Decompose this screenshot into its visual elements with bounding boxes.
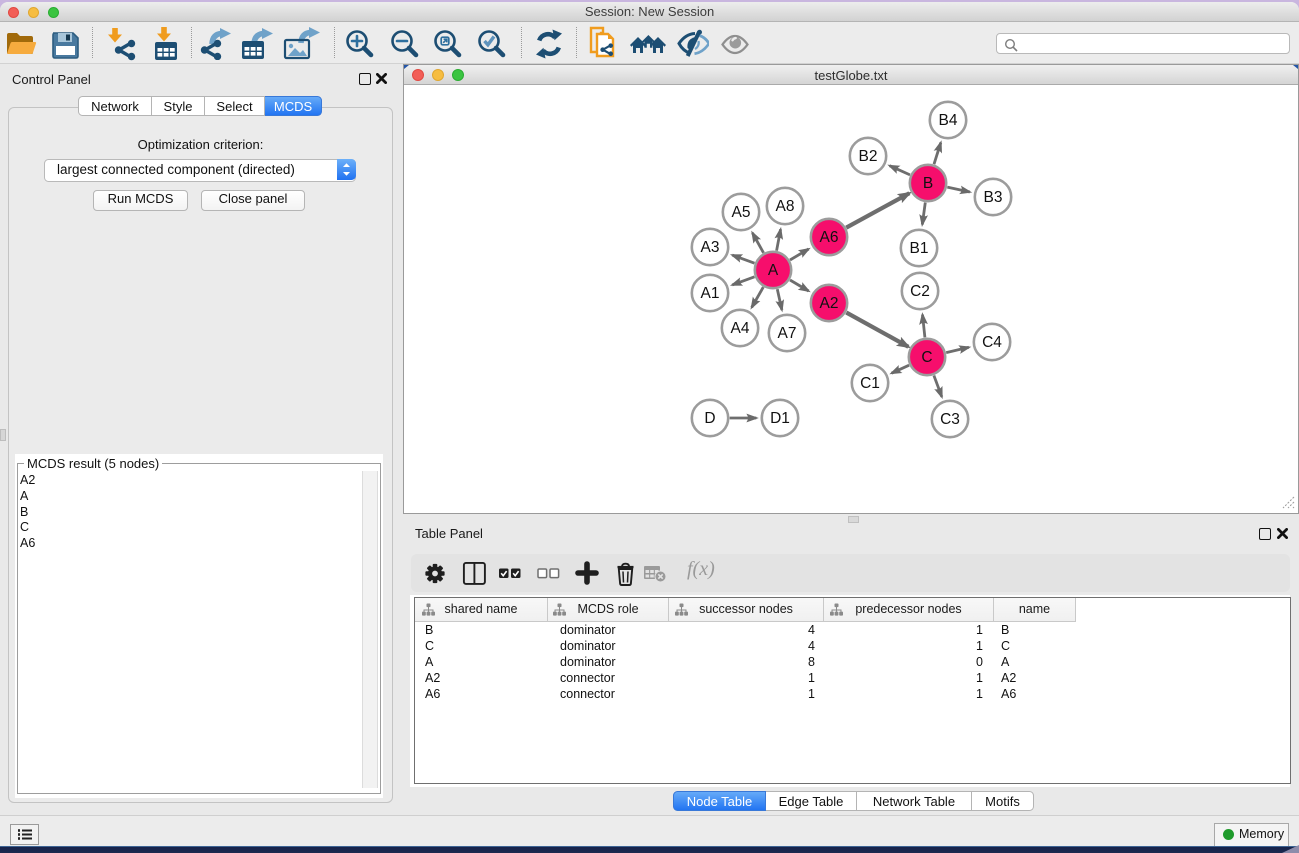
svg-text:A2: A2 [820,295,839,312]
svg-text:A3: A3 [701,239,720,256]
svg-text:A6: A6 [820,229,839,246]
svg-text:C2: C2 [910,283,930,300]
svg-text:A7: A7 [778,325,797,342]
svg-text:C4: C4 [982,334,1002,351]
svg-text:C3: C3 [940,411,960,428]
svg-text:A8: A8 [776,198,795,215]
svg-text:B2: B2 [859,148,878,165]
svg-text:C: C [921,349,932,366]
svg-text:B: B [923,175,933,192]
svg-text:A5: A5 [732,204,751,221]
svg-text:A1: A1 [701,285,720,302]
svg-text:B1: B1 [910,240,929,257]
svg-text:B3: B3 [984,189,1003,206]
svg-text:A: A [768,262,779,279]
svg-text:A4: A4 [731,320,750,337]
svg-text:D: D [704,410,715,427]
svg-text:D1: D1 [770,410,790,427]
svg-text:B4: B4 [939,112,958,129]
svg-text:C1: C1 [860,375,880,392]
